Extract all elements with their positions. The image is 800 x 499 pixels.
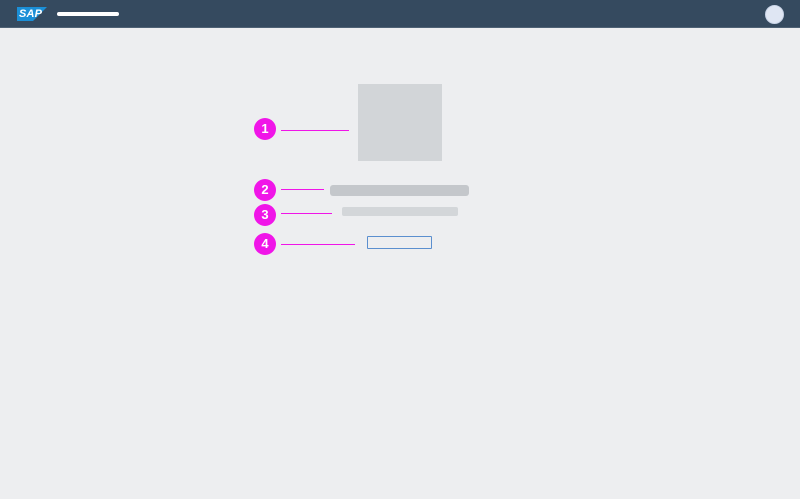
callout-marker-4: 4	[254, 233, 276, 255]
callout-leader-1	[281, 130, 349, 131]
user-avatar[interactable]	[765, 5, 784, 24]
app-title[interactable]	[57, 12, 119, 16]
callout-leader-3	[281, 213, 332, 214]
logo-text: SAP	[19, 8, 43, 20]
callout-marker-1: 1	[254, 118, 276, 140]
empty-state-action-button[interactable]	[367, 236, 432, 249]
shell-bar: SAP	[0, 0, 800, 28]
sap-logo[interactable]: SAP	[17, 7, 47, 21]
callout-marker-2: 2	[254, 179, 276, 201]
callout-marker-3: 3	[254, 204, 276, 226]
callout-leader-4	[281, 244, 355, 245]
empty-state-description	[342, 207, 458, 216]
illustration-placeholder-icon	[358, 84, 442, 161]
empty-state-title	[330, 185, 469, 196]
page-content: 1 2 3 4	[0, 28, 800, 499]
callout-leader-2	[281, 189, 324, 190]
